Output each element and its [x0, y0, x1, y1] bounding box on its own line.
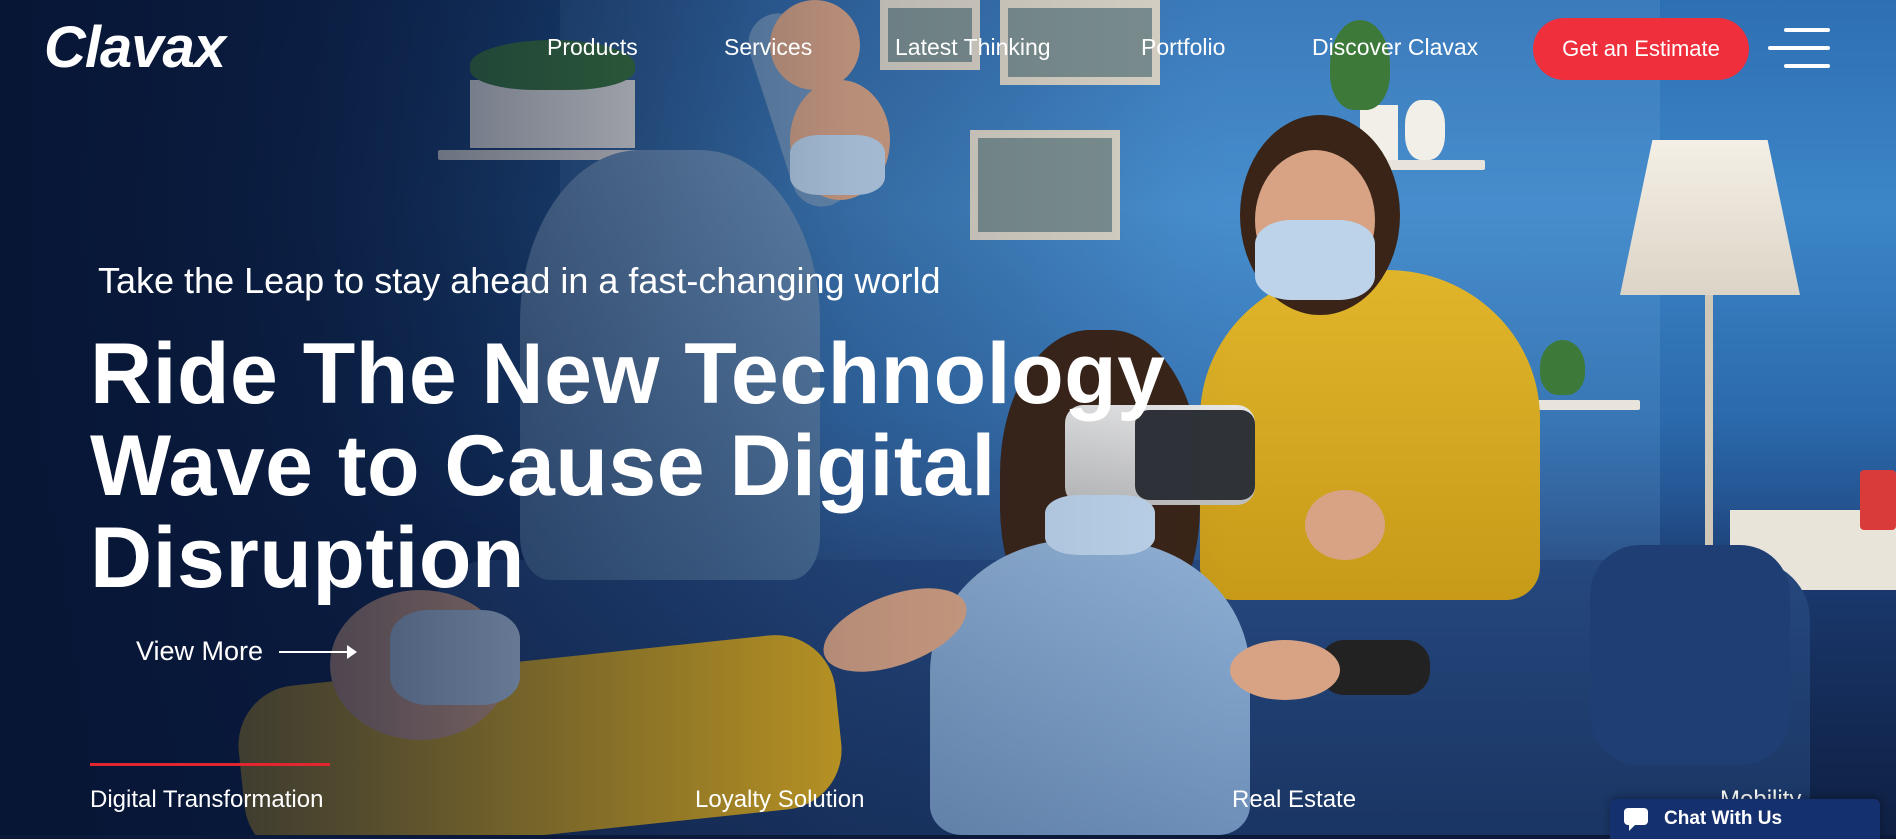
brand-logo[interactable]: Clavax — [44, 14, 226, 81]
tab-loyalty-solution[interactable]: Loyalty Solution — [695, 786, 864, 814]
hero-headline-line-1: Ride The New Technology — [90, 326, 1166, 422]
view-more-label: View More — [136, 636, 264, 666]
chat-label: Chat With Us — [1664, 808, 1783, 829]
active-tab-indicator — [90, 763, 330, 766]
top-navigation: Clavax Products Services Latest Thinking… — [0, 0, 1896, 96]
hamburger-icon[interactable] — [1768, 28, 1830, 70]
tab-digital-transformation[interactable]: Digital Transformation — [90, 786, 323, 814]
nav-item-services[interactable]: Services — [724, 34, 812, 61]
nav-item-discover-clavax[interactable]: Discover Clavax — [1312, 34, 1478, 61]
arrow-right-icon — [279, 644, 358, 659]
hero-headline: Ride The New Technology Wave to Cause Di… — [90, 328, 1190, 604]
hero-tagline: Take the Leap to stay ahead in a fast-ch… — [98, 260, 941, 301]
nav-item-products[interactable]: Products — [547, 34, 638, 61]
chat-widget-button[interactable]: Chat With Us — [1610, 799, 1880, 839]
view-more-link[interactable]: View More — [136, 636, 358, 667]
get-estimate-button[interactable]: Get an Estimate — [1533, 18, 1749, 80]
chat-bubble-icon — [1616, 799, 1656, 839]
tab-real-estate[interactable]: Real Estate — [1232, 786, 1356, 814]
nav-item-latest-thinking[interactable]: Latest Thinking — [895, 34, 1051, 61]
nav-item-portfolio[interactable]: Portfolio — [1141, 34, 1225, 61]
hero-headline-line-2: Wave to Cause Digital — [90, 418, 996, 514]
hero-headline-line-3: Disruption — [90, 510, 525, 606]
